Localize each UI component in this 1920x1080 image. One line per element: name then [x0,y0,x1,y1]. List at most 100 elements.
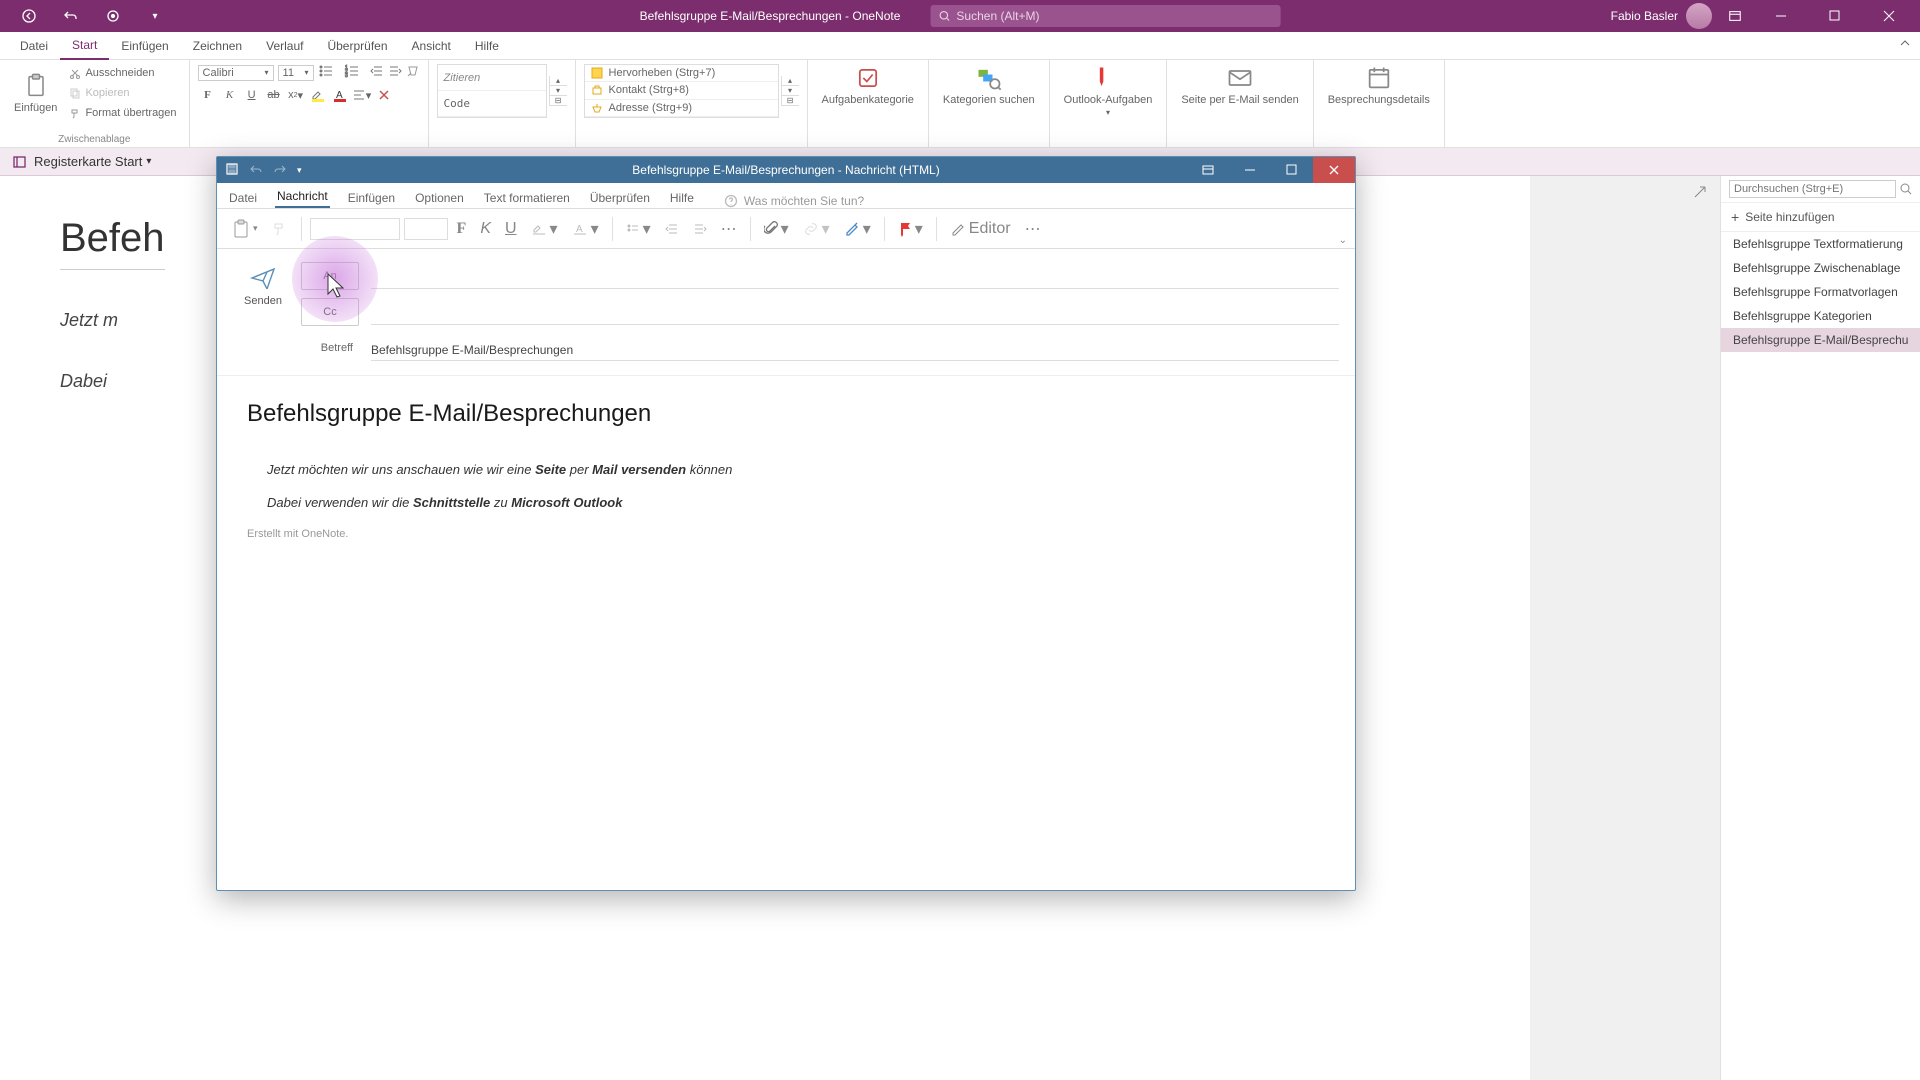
page-item-4[interactable]: Befehlsgruppe E-Mail/Besprechu [1721,328,1920,352]
search-box[interactable]: Suchen (Alt+M) [930,5,1280,27]
ol-tab-text[interactable]: Text formatieren [482,187,572,208]
collapse-ribbon-icon[interactable] [1898,36,1912,53]
outlook-redo-icon[interactable] [273,162,287,179]
align-icon[interactable]: ▾ [352,85,372,105]
ol-italic-icon[interactable]: K [475,215,496,243]
cut-button[interactable]: Ausschneiden [65,64,180,82]
page-item-0[interactable]: Befehlsgruppe Textformatierung [1721,232,1920,256]
subscript-icon[interactable]: x2▾ [286,85,306,105]
ol-flag-icon[interactable]: ▾ [893,215,928,243]
seite-per-email-button[interactable]: Seite per E-Mail senden [1175,64,1304,106]
aufgabenkategorie-button[interactable]: Aufgabenkategorie [816,64,920,106]
maximize-button[interactable] [1812,0,1858,32]
outdent-icon[interactable] [370,64,384,81]
page-title[interactable]: Befeh [60,216,165,270]
ribbon-options-icon[interactable] [1720,1,1750,31]
besprechungsdetails-button[interactable]: Besprechungsdetails [1322,64,1436,106]
ol-underline-icon[interactable]: U [500,215,522,243]
highlight-icon[interactable] [308,85,328,105]
page-item-3[interactable]: Befehlsgruppe Kategorien [1721,304,1920,328]
add-page-button[interactable]: +Seite hinzufügen [1721,203,1920,232]
copy-button[interactable]: Kopieren [65,84,180,102]
ol-outdent-icon[interactable] [660,215,684,243]
ol-tab-einfuegen[interactable]: Einfügen [346,187,397,208]
page-search[interactable] [1721,176,1920,203]
outlook-close-button[interactable] [1313,157,1355,183]
ol-font-select[interactable] [310,218,400,240]
page-item-2[interactable]: Befehlsgruppe Formatvorlagen [1721,280,1920,304]
styles-gallery[interactable]: Zitieren Code [437,64,547,118]
tab-datei[interactable]: Datei [8,32,60,60]
page-item-1[interactable]: Befehlsgruppe Zwischenablage [1721,256,1920,280]
tell-me[interactable]: Was möchten Sie tun? [724,194,864,208]
paste-button[interactable]: Einfügen [8,72,63,114]
indent-icon[interactable] [388,64,402,81]
ol-indent-icon[interactable] [688,215,712,243]
kategorien-suchen-button[interactable]: Kategorien suchen [937,64,1041,106]
font-name-select[interactable]: Calibri▾ [198,65,274,81]
cc-field-input[interactable] [371,299,1339,325]
ol-tab-datei[interactable]: Datei [227,187,259,208]
tab-einfuegen[interactable]: Einfügen [109,32,180,60]
undo-icon[interactable] [56,1,86,31]
outlook-undo-icon[interactable] [249,162,263,179]
ol-font-size[interactable] [404,218,448,240]
outlook-message-body[interactable]: Befehlsgruppe E-Mail/Besprechungen Jetzt… [217,376,1355,890]
betreff-input[interactable]: Befehlsgruppe E-Mail/Besprechungen [371,335,1339,361]
outlook-ribbon-opts[interactable] [1187,157,1229,183]
ol-signature-icon[interactable]: ▾ [839,215,876,243]
tab-zeichnen[interactable]: Zeichnen [181,32,254,60]
italic-icon[interactable]: K [220,85,240,105]
font-size-select[interactable]: 11▾ [278,65,314,81]
ol-format-painter-icon[interactable] [267,215,293,243]
user-name[interactable]: Fabio Basler [1611,9,1678,23]
ol-more-cmds-icon[interactable]: ⋯ [1020,215,1046,243]
clear-format-icon[interactable] [406,64,420,81]
ol-more-icon[interactable]: ⋯ [716,215,742,243]
ol-fontcolor-icon[interactable]: A▾ [567,215,604,243]
an-field-input[interactable] [371,263,1339,289]
ol-paste-icon[interactable]: ▾ [227,215,263,243]
styles-scroll[interactable]: ▴▾⊟ [549,76,567,106]
outlook-save-icon[interactable] [225,162,239,179]
tab-verlauf[interactable]: Verlauf [254,32,315,60]
bold-icon[interactable]: F [198,85,218,105]
expand-icon[interactable] [1692,184,1708,200]
ol-bullets-icon[interactable]: ▾ [621,215,656,243]
qat-more-icon[interactable]: ▾ [140,1,170,31]
ol-tab-ueberpruefen[interactable]: Überprüfen [588,187,652,208]
an-field-button[interactable]: An [301,262,359,290]
back-icon[interactable] [14,1,44,31]
format-painter-button[interactable]: Format übertragen [65,104,180,122]
strike-icon[interactable]: ab [264,85,284,105]
tags-scroll[interactable]: ▴▾⊟ [781,76,799,106]
avatar[interactable] [1686,3,1712,29]
outlook-maximize-button[interactable] [1271,157,1313,183]
numbering-icon[interactable]: 123 [344,64,366,81]
page-search-input[interactable] [1729,180,1896,198]
ol-editor-button[interactable]: Editor [945,215,1016,243]
tags-gallery[interactable]: Hervorheben (Strg+7) Kontakt (Strg+8) Ad… [584,64,779,118]
close-button[interactable] [1866,0,1912,32]
ol-tab-nachricht[interactable]: Nachricht [275,185,330,208]
tab-hilfe[interactable]: Hilfe [463,32,511,60]
ol-highlight-icon[interactable]: ▾ [526,215,563,243]
outlook-aufgaben-button[interactable]: Outlook-Aufgaben▾ [1058,64,1159,117]
delete-icon[interactable] [374,85,394,105]
ol-tab-optionen[interactable]: Optionen [413,187,466,208]
minimize-button[interactable] [1758,0,1804,32]
outlook-qat-more[interactable]: ▾ [297,165,302,176]
ol-collapse-icon[interactable]: ⌄ [1339,235,1347,246]
tab-ueberpruefen[interactable]: Überprüfen [315,32,399,60]
ol-bold-icon[interactable]: F [452,215,472,243]
send-button[interactable]: Senden [233,259,293,365]
tab-start[interactable]: Start [60,32,109,60]
bullets-icon[interactable] [318,64,340,81]
cc-field-button[interactable]: Cc [301,298,359,326]
ol-link-icon[interactable]: ▾ [798,215,835,243]
ol-tab-hilfe[interactable]: Hilfe [668,187,696,208]
touch-icon[interactable] [98,1,128,31]
outlook-minimize-button[interactable] [1229,157,1271,183]
tab-ansicht[interactable]: Ansicht [400,32,463,60]
ol-attach-icon[interactable]: ▾ [759,215,794,243]
